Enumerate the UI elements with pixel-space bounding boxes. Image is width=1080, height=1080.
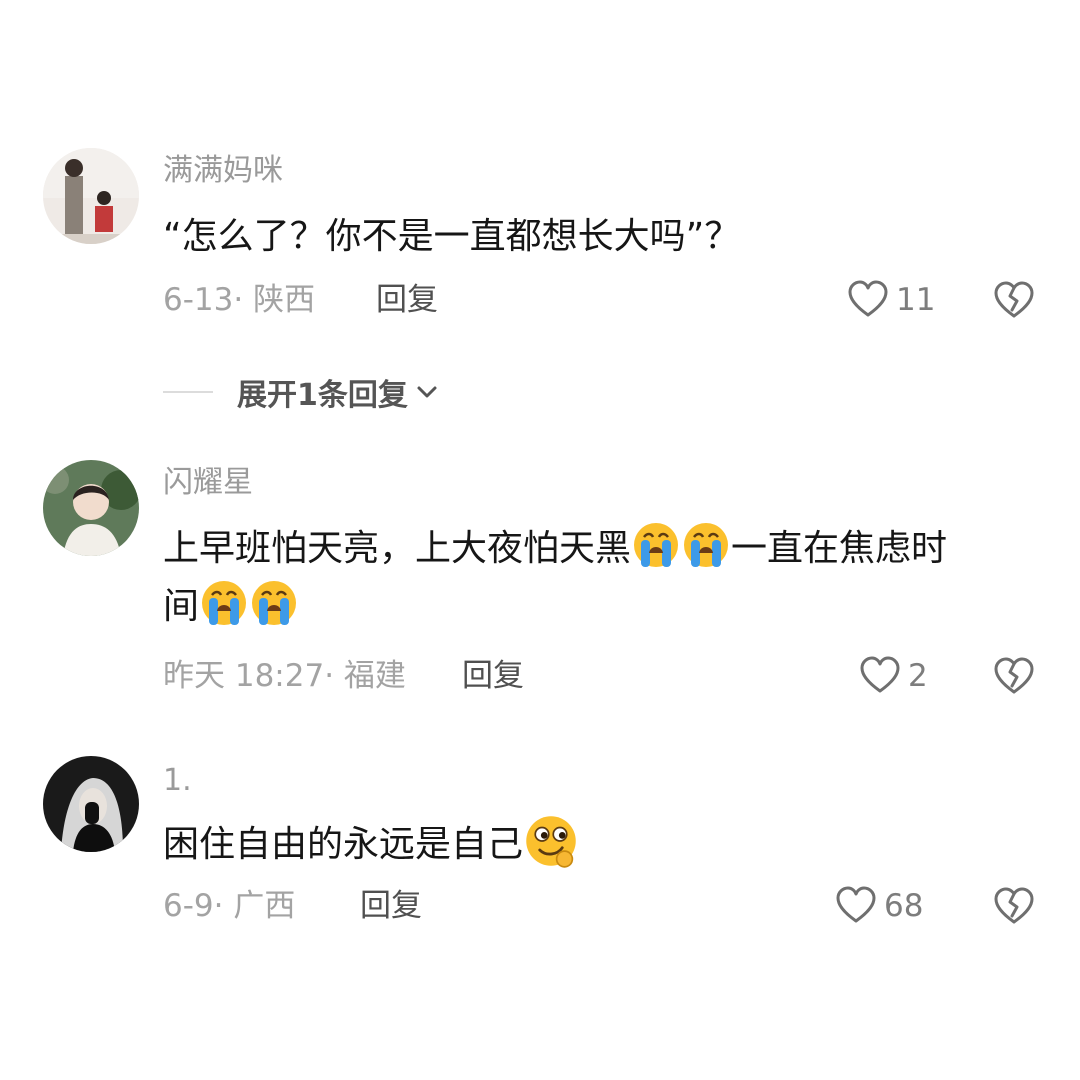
like-count: 2 — [908, 658, 928, 694]
comment-text: 困住自由的永远是自己 — [163, 814, 1043, 874]
broken-heart-icon[interactable] — [992, 884, 1036, 928]
like-count: 68 — [884, 888, 924, 924]
like-button[interactable]: 68 — [834, 884, 923, 928]
heart-icon — [848, 280, 888, 317]
like-button[interactable]: 11 — [846, 278, 935, 322]
comment-text-part: 间 — [163, 586, 200, 627]
username[interactable]: 满满妈咪 — [163, 152, 283, 190]
like-count: 11 — [896, 282, 936, 318]
loudly-crying-face-emoji — [252, 581, 297, 625]
heart-icon — [836, 886, 876, 923]
comment-text-part: 一直在焦虑时 — [731, 528, 948, 569]
comment-meta: 昨天 18:27· 福建 — [163, 658, 406, 694]
comment-text: “怎么了？你不是一直都想长大吗”？ — [163, 216, 741, 257]
divider — [163, 391, 213, 393]
expand-replies-button[interactable]: 展开1条回复 — [163, 372, 440, 413]
chevron-down-icon — [417, 386, 437, 398]
comment-text-part: 上早班怕天亮，上大夜怕天黑 — [163, 528, 632, 569]
avatar[interactable] — [43, 148, 139, 244]
reply-button[interactable]: 回复 — [360, 886, 422, 926]
comment-text: 上早班怕天亮，上大夜怕天黑 一直在焦虑时间 — [163, 520, 1043, 636]
heart-icon — [860, 656, 900, 693]
like-button[interactable]: 2 — [858, 654, 928, 698]
reply-button[interactable]: 回复 — [376, 280, 438, 320]
loudly-crying-face-emoji — [202, 581, 247, 625]
broken-heart-icon[interactable] — [992, 654, 1036, 698]
username[interactable]: 闪耀星 — [163, 464, 253, 502]
username[interactable]: 1. — [163, 762, 192, 800]
comment-text-part: 困住自由的永远是自己 — [163, 824, 524, 865]
reply-button[interactable]: 回复 — [462, 656, 524, 696]
expand-replies-label: 展开1条回复 — [237, 378, 408, 413]
comment-meta: 6-9· 广西 — [163, 888, 296, 924]
drooling-face-emoji — [526, 816, 576, 868]
loudly-crying-face-emoji — [634, 523, 679, 567]
avatar[interactable] — [43, 460, 139, 556]
avatar[interactable] — [43, 756, 139, 852]
broken-heart-icon[interactable] — [992, 278, 1036, 322]
comment-meta: 6-13· 陕西 — [163, 282, 316, 318]
loudly-crying-face-emoji — [684, 523, 729, 567]
